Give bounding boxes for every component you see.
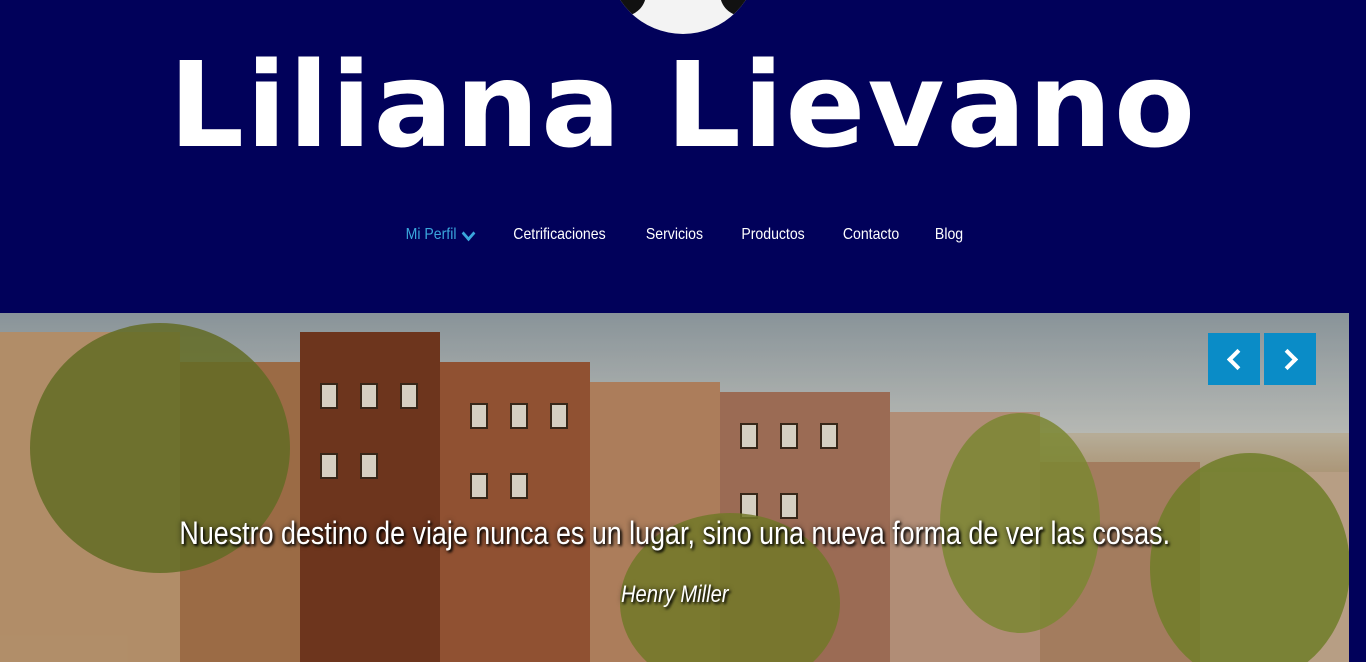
- nav-item-cetrificaciones[interactable]: Cetrificaciones: [501, 222, 620, 248]
- nav-item-label: Blog: [935, 226, 964, 243]
- profile-avatar[interactable]: [608, 0, 758, 34]
- nav-item-servicios[interactable]: Servicios: [633, 222, 717, 248]
- slide-overlay: [0, 313, 1349, 662]
- hero-slider: Nuestro destino de viaje nunca es un lug…: [0, 313, 1349, 662]
- nav-item-label: Mi Perfil: [405, 226, 457, 243]
- nav-item-blog[interactable]: Blog: [922, 222, 977, 248]
- nav-item-label: Cetrificaciones: [513, 226, 607, 243]
- nav-item-label: Productos: [741, 226, 805, 243]
- slide-author: Henry Miller: [620, 581, 729, 608]
- chevron-down-icon: [461, 225, 475, 241]
- slider-prev-button[interactable]: [1208, 333, 1260, 385]
- nav-item-label: Servicios: [646, 226, 704, 243]
- avatar-hair-left: [616, 0, 646, 16]
- main-nav: Mi Perfil Cetrificaciones Servicios Prod…: [0, 222, 1366, 248]
- slider-next-button[interactable]: [1264, 333, 1316, 385]
- avatar-hair-right: [720, 0, 750, 16]
- page-edge: [1349, 313, 1366, 662]
- site-title[interactable]: Liliana Lievano: [0, 30, 1366, 180]
- chevron-right-icon: [1276, 348, 1298, 370]
- chevron-left-icon: [1226, 348, 1248, 370]
- nav-item-mi-perfil[interactable]: Mi Perfil: [392, 222, 486, 248]
- nav-item-contacto[interactable]: Contacto: [830, 222, 913, 248]
- site-header: Liliana Lievano Mi Perfil Cetrificacione…: [0, 0, 1366, 313]
- nav-item-productos[interactable]: Productos: [728, 222, 818, 248]
- nav-item-label: Contacto: [843, 226, 900, 243]
- slide-quote: Nuestro destino de viaje nunca es un lug…: [179, 515, 1171, 551]
